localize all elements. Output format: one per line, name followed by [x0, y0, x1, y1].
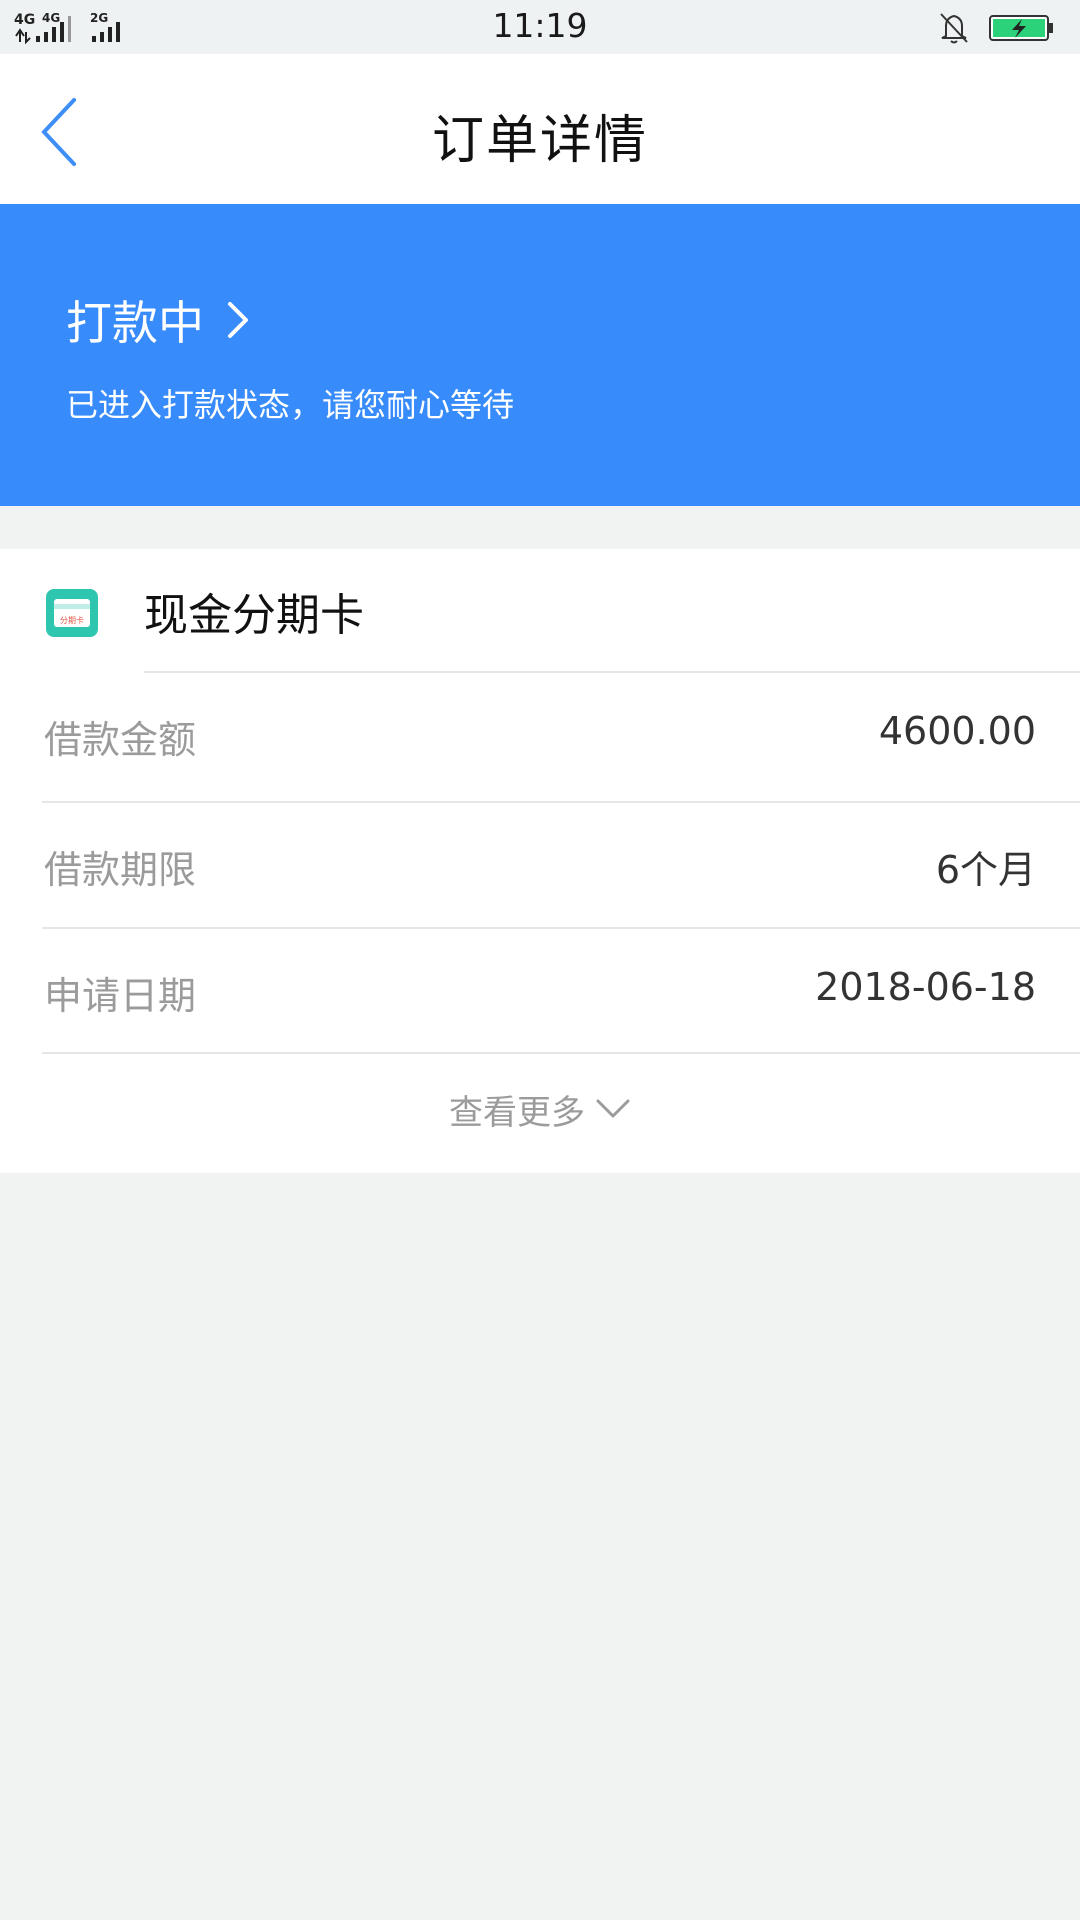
- status-bar: 4G 4G 2G 11:19: [0, 0, 1080, 54]
- detail-value: 4600.00: [878, 709, 1036, 753]
- view-more-label: 查看更多: [449, 1092, 585, 1133]
- order-details-card: 分期卡 现金分期卡 借款金额 4600.00 借款期限 6个月 申请日期 201…: [0, 549, 1080, 1173]
- product-name: 现金分期卡: [144, 590, 364, 641]
- chevron-down-icon: [596, 1099, 630, 1118]
- battery-icon: [989, 15, 1053, 41]
- product-row: 分期卡 现金分期卡: [0, 549, 1080, 673]
- detail-label: 借款金额: [44, 718, 197, 762]
- installment-card-icon-text: 分期卡: [60, 615, 84, 625]
- order-status-subtitle: 已进入打款状态，请您耐心等待: [66, 386, 515, 424]
- page-title: 订单详情: [431, 111, 648, 171]
- detail-value: 2018-06-18: [815, 965, 1036, 1009]
- chevron-right-icon: [228, 302, 248, 338]
- order-status-title: 打款中: [66, 296, 204, 350]
- status-right-icons: [940, 13, 1053, 44]
- bell-muted-icon: [940, 13, 968, 44]
- nav-bar: 订单详情: [0, 54, 1080, 204]
- view-more-button[interactable]: 查看更多: [0, 1054, 1080, 1164]
- detail-label: 借款期限: [44, 848, 197, 892]
- detail-row-loan-term: 借款期限 6个月: [0, 803, 1080, 929]
- status-time: 11:19: [492, 6, 588, 45]
- detail-row-apply-date: 申请日期 2018-06-18: [0, 929, 1080, 1055]
- order-status-link[interactable]: 打款中: [66, 290, 250, 350]
- order-status-banner: 打款中 已进入打款状态，请您耐心等待: [0, 204, 1080, 506]
- detail-label: 申请日期: [44, 974, 197, 1018]
- detail-row-loan-amount: 借款金额 4600.00: [0, 673, 1080, 799]
- detail-value: 6个月: [935, 848, 1036, 892]
- installment-card-icon: 分期卡: [46, 589, 98, 637]
